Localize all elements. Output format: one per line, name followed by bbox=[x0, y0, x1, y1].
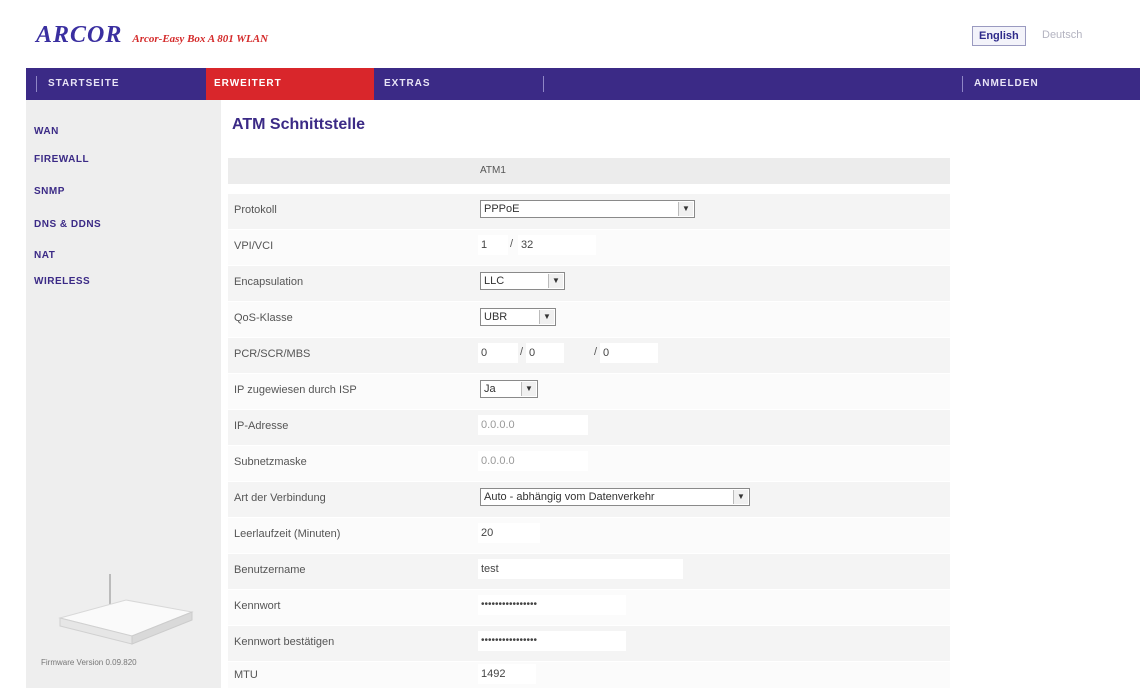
chevron-down-icon: ▼ bbox=[678, 202, 693, 216]
logo-tagline: Arcor-Easy Box A 801 WLAN bbox=[132, 33, 269, 45]
row-idle-time: Leerlaufzeit (Minuten) 20 bbox=[228, 518, 950, 554]
pcr-separator: / bbox=[520, 346, 524, 358]
main-nav: STARTSEITE ERWEITERT EXTRAS ANMELDEN bbox=[26, 68, 1140, 100]
row-ip-isp: IP zugewiesen durch ISP Ja ▼ bbox=[228, 374, 950, 410]
nav-item-erweitert[interactable]: ERWEITERT bbox=[206, 68, 374, 100]
row-pcr: PCR/SCR/MBS 0 / 0 / 0 bbox=[228, 338, 950, 374]
logo: ARCOR Arcor-Easy Box A 801 WLAN bbox=[36, 22, 268, 49]
qos-value: UBR bbox=[484, 311, 508, 323]
sidebar-item-nat[interactable]: NAT bbox=[34, 250, 55, 261]
protokoll-value: PPPoE bbox=[484, 203, 520, 215]
sidebar-item-firewall[interactable]: FIREWALL bbox=[34, 154, 89, 165]
ip-address-input[interactable]: 0.0.0.0 bbox=[478, 415, 588, 435]
username-label: Benutzername bbox=[234, 564, 306, 576]
row-vpivci: VPI/VCI 1 / 32 bbox=[228, 230, 950, 266]
subnet-input[interactable]: 0.0.0.0 bbox=[478, 451, 588, 471]
mtu-label: MTU bbox=[234, 669, 258, 681]
idle-time-input[interactable]: 20 bbox=[478, 523, 540, 543]
row-username: Benutzername test bbox=[228, 554, 950, 590]
row-qos: QoS-Klasse UBR ▼ bbox=[228, 302, 950, 338]
vci-input[interactable]: 32 bbox=[518, 235, 596, 255]
row-subnet: Subnetzmaske 0.0.0.0 bbox=[228, 446, 950, 482]
connection-type-label: Art der Verbindung bbox=[234, 492, 326, 504]
pcr-input[interactable]: 0 bbox=[478, 343, 518, 363]
password-confirm-label: Kennwort bestätigen bbox=[234, 636, 335, 648]
encapsulation-select[interactable]: LLC ▼ bbox=[480, 272, 565, 290]
sidebar: WAN FIREWALL SNMP DNS & DDNS NAT WIRELES… bbox=[26, 100, 221, 688]
nav-item-anmelden[interactable]: ANMELDEN bbox=[974, 68, 1094, 100]
connection-type-value: Auto - abhängig vom Datenverkehr bbox=[484, 491, 655, 503]
ip-isp-label: IP zugewiesen durch ISP bbox=[234, 384, 357, 396]
row-ip-address: IP-Adresse 0.0.0.0 bbox=[228, 410, 950, 446]
sidebar-item-wireless[interactable]: WIRELESS bbox=[34, 276, 90, 287]
nav-item-startseite[interactable]: STARTSEITE bbox=[48, 68, 198, 100]
scr-separator: / bbox=[594, 346, 598, 358]
nav-item-extras[interactable]: EXTRAS bbox=[384, 68, 484, 100]
idle-time-label: Leerlaufzeit (Minuten) bbox=[234, 528, 341, 540]
encapsulation-value: LLC bbox=[484, 275, 505, 287]
qos-select[interactable]: UBR ▼ bbox=[480, 308, 556, 326]
atm-form: ATM1 Protokoll PPPoE ▼ VPI/VCI 1 / 32 En… bbox=[228, 158, 950, 689]
page: ARCOR Arcor-Easy Box A 801 WLAN English … bbox=[0, 0, 1143, 693]
page-title: ATM Schnittstelle bbox=[232, 116, 366, 133]
vpivci-separator: / bbox=[510, 238, 514, 250]
row-password-confirm: Kennwort bestätigen •••••••••••••••• bbox=[228, 626, 950, 662]
protokoll-select[interactable]: PPPoE ▼ bbox=[480, 200, 695, 218]
protokoll-label: Protokoll bbox=[234, 204, 277, 216]
connection-type-select[interactable]: Auto - abhängig vom Datenverkehr ▼ bbox=[480, 488, 750, 506]
nav-separator bbox=[962, 76, 963, 92]
language-english-button[interactable]: English bbox=[972, 26, 1026, 46]
mbs-input[interactable]: 0 bbox=[600, 343, 658, 363]
vpi-input[interactable]: 1 bbox=[478, 235, 508, 255]
row-password: Kennwort •••••••••••••••• bbox=[228, 590, 950, 626]
chevron-down-icon: ▼ bbox=[548, 274, 563, 288]
language-deutsch-button[interactable]: Deutsch bbox=[1036, 26, 1088, 44]
mtu-input[interactable]: 1492 bbox=[478, 664, 536, 684]
sidebar-item-snmp[interactable]: SNMP bbox=[34, 186, 65, 197]
sidebar-item-dns-ddns[interactable]: DNS & DDNS bbox=[34, 219, 101, 230]
chevron-down-icon: ▼ bbox=[733, 490, 748, 504]
password-label: Kennwort bbox=[234, 600, 281, 612]
row-mtu: MTU 1492 bbox=[228, 662, 950, 689]
row-connection-type: Art der Verbindung Auto - abhängig vom D… bbox=[228, 482, 950, 518]
encapsulation-label: Encapsulation bbox=[234, 276, 304, 288]
ip-isp-select[interactable]: Ja ▼ bbox=[480, 380, 538, 398]
password-confirm-input[interactable]: •••••••••••••••• bbox=[478, 631, 626, 651]
ip-address-label: IP-Adresse bbox=[234, 420, 289, 432]
nav-separator bbox=[543, 76, 544, 92]
header: ARCOR Arcor-Easy Box A 801 WLAN English … bbox=[0, 0, 1143, 68]
ip-isp-value: Ja bbox=[484, 383, 496, 395]
row-protokoll: Protokoll PPPoE ▼ bbox=[228, 194, 950, 230]
password-input[interactable]: •••••••••••••••• bbox=[478, 595, 626, 615]
nav-separator bbox=[36, 76, 37, 92]
logo-text: ARCOR bbox=[36, 22, 123, 48]
router-device-image bbox=[58, 574, 194, 645]
form-header-row: ATM1 bbox=[228, 158, 950, 185]
firmware-version: Firmware Version 0.09.820 bbox=[41, 658, 137, 667]
vpivci-label: VPI/VCI bbox=[234, 240, 274, 252]
pcr-label: PCR/SCR/MBS bbox=[234, 348, 311, 360]
sidebar-item-wan[interactable]: WAN bbox=[34, 126, 59, 137]
chevron-down-icon: ▼ bbox=[521, 382, 536, 396]
column-header-atm1: ATM1 bbox=[480, 165, 506, 176]
row-encapsulation: Encapsulation LLC ▼ bbox=[228, 266, 950, 302]
username-input[interactable]: test bbox=[478, 559, 683, 579]
scr-input[interactable]: 0 bbox=[526, 343, 564, 363]
chevron-down-icon: ▼ bbox=[539, 310, 554, 324]
subnet-label: Subnetzmaske bbox=[234, 456, 307, 468]
qos-label: QoS-Klasse bbox=[234, 312, 293, 324]
